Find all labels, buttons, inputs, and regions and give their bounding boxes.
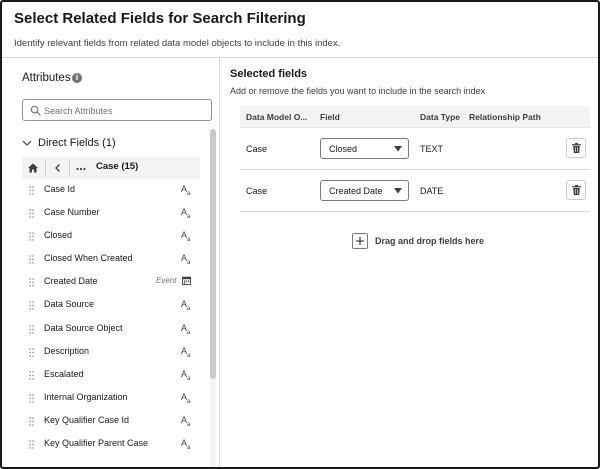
text-type-icon: Aa <box>181 438 191 451</box>
drag-handle-icon[interactable] <box>29 232 34 241</box>
drag-handle-icon[interactable] <box>29 440 34 449</box>
field-label: Escalated <box>44 368 84 379</box>
field-list-item[interactable]: Key Qualifier Case Id Aa <box>22 410 202 433</box>
home-icon[interactable] <box>26 161 40 175</box>
field-label: Data Source <box>44 299 95 310</box>
column-header: Data Model O... <box>246 112 308 122</box>
text-type-icon: Aa <box>181 207 191 220</box>
drag-handle-icon[interactable] <box>29 417 34 426</box>
field-list-item[interactable]: Description Aa <box>22 341 202 364</box>
field-list-item[interactable]: Data Source Aa <box>22 294 202 317</box>
data-type-cell: DATE <box>420 186 444 196</box>
field-list: Case Id Aa Case Number Aa Closed Aa Closed Whe… <box>22 179 202 456</box>
nav-separator <box>45 160 46 176</box>
scrollbar-thumb[interactable] <box>210 129 216 379</box>
add-field-button[interactable] <box>352 233 368 249</box>
selected-fields-title: Selected fields <box>230 68 308 80</box>
field-label: Closed When Created <box>44 253 133 264</box>
drag-handle-icon[interactable] <box>29 301 34 311</box>
field-label: Key Qualifier Parent Case <box>44 438 149 449</box>
drag-handle-icon[interactable] <box>29 278 34 288</box>
text-type-icon: Aa <box>181 253 191 267</box>
field-list-item[interactable]: Key Qualifier Parent Case Aa <box>22 433 202 456</box>
field-select-value: Created Date <box>329 186 383 196</box>
drag-handle-icon[interactable] <box>29 324 34 334</box>
nav-separator <box>69 160 70 176</box>
field-list-item[interactable]: Data Source Object Aa <box>22 318 202 341</box>
panel-divider <box>219 57 220 467</box>
drop-zone-label: Drag and drop fields here <box>375 236 485 246</box>
search-input[interactable] <box>44 103 208 118</box>
page-title: Select Related Fields for Search Filteri… <box>14 10 306 27</box>
attributes-title: Attributes <box>22 72 71 84</box>
field-label: Case Id <box>44 184 76 194</box>
header-divider <box>2 57 598 58</box>
column-header: Relationship Path <box>469 112 541 122</box>
object-cell: Case <box>246 144 268 154</box>
object-cell: Case <box>246 186 268 196</box>
drag-handle-icon[interactable] <box>29 347 34 357</box>
text-type-icon: Aa <box>181 368 191 382</box>
drag-handle-icon[interactable] <box>29 209 34 218</box>
field-list-item[interactable]: Escalated Aa <box>22 364 202 387</box>
field-label: Created Date <box>44 276 98 287</box>
table-header: Data Model O... Field Data Type Relation… <box>240 106 590 128</box>
delete-button[interactable] <box>566 138 586 158</box>
trash-icon <box>572 143 581 153</box>
drag-handle-icon[interactable] <box>29 394 34 403</box>
field-list-item[interactable]: Created Date Event <box>22 271 202 294</box>
more-icon[interactable] <box>74 161 88 175</box>
table-row: Case Created Date DATE <box>240 170 590 212</box>
field-list-item[interactable]: Internal Organization Aa <box>22 387 202 410</box>
breadcrumb-current: Case (15) <box>96 161 139 172</box>
field-list-item[interactable]: Closed Aa <box>22 225 202 248</box>
info-icon[interactable]: i <box>72 73 82 83</box>
data-type-cell: TEXT <box>420 144 444 154</box>
column-header: Field <box>320 112 340 122</box>
caret-down-icon <box>394 188 402 194</box>
text-type-icon: Aa <box>181 414 191 428</box>
delete-button[interactable] <box>566 180 586 200</box>
search-box[interactable] <box>22 99 212 121</box>
field-label: Closed <box>44 230 73 241</box>
field-list-item[interactable]: Closed When Created Aa <box>22 248 202 271</box>
text-type-icon: Aa <box>181 391 191 405</box>
table-row: Case Closed TEXT <box>240 128 590 170</box>
field-label: Internal Organization <box>44 391 128 402</box>
drag-handle-icon[interactable] <box>29 255 34 264</box>
field-label: Description <box>44 345 90 356</box>
dialog: Select Related Fields for Search Filteri… <box>0 0 600 469</box>
plus-icon <box>356 237 364 245</box>
field-label: Data Source Object <box>44 322 123 333</box>
drag-handle-icon[interactable] <box>29 186 34 195</box>
selected-fields-subtitle: Add or remove the fields you want to inc… <box>230 86 486 96</box>
field-list-item[interactable]: Case Id Aa <box>22 179 202 202</box>
text-type-icon: Aa <box>181 230 191 243</box>
breadcrumb-nav: Case (15) <box>22 157 200 179</box>
selected-fields-table: Data Model O... Field Data Type Relation… <box>240 106 590 212</box>
caret-down-icon <box>394 146 402 152</box>
field-list-item[interactable]: Case Number Aa <box>22 202 202 225</box>
page-subtitle: Identify relevant fields from related da… <box>14 38 341 49</box>
text-type-icon: Aa <box>181 345 191 359</box>
field-label: Key Qualifier Case Id <box>44 414 130 425</box>
field-label: Case Number <box>44 207 100 218</box>
calendar-icon <box>182 277 191 286</box>
column-header: Data Type <box>420 112 460 122</box>
field-select[interactable]: Created Date <box>320 180 409 201</box>
event-tag: Event <box>156 276 177 286</box>
drag-handle-icon[interactable] <box>29 371 34 380</box>
chevron-down-icon <box>22 140 32 146</box>
field-select-value: Closed <box>329 144 358 154</box>
section-label: Direct Fields (1) <box>38 137 116 149</box>
trash-icon <box>572 185 581 195</box>
text-type-icon: Aa <box>181 299 191 313</box>
back-icon[interactable] <box>51 161 65 175</box>
field-select[interactable]: Closed <box>320 138 409 159</box>
text-type-icon: Aa <box>181 184 191 197</box>
search-icon <box>30 105 41 116</box>
text-type-icon: Aa <box>181 322 191 336</box>
